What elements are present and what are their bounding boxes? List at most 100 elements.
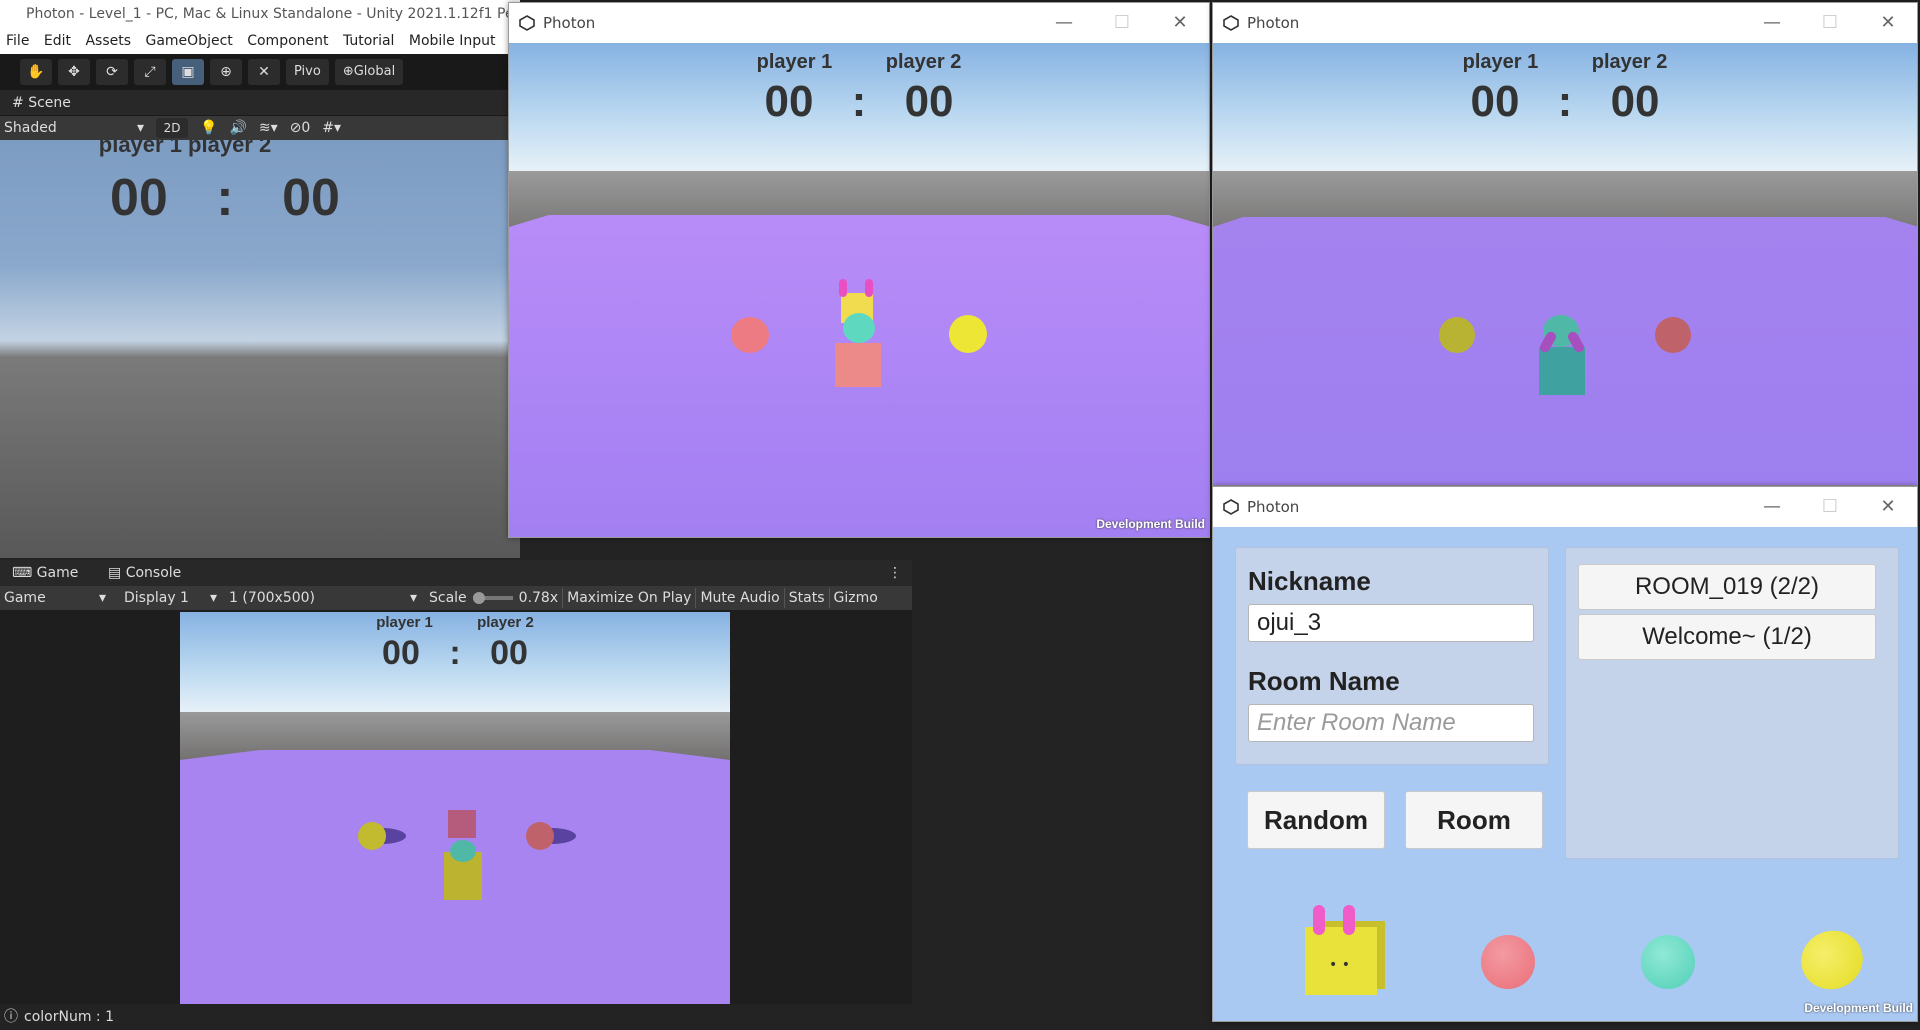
audio-icon[interactable]: 🔊 xyxy=(229,120,246,136)
more-options-icon[interactable]: ⋮ xyxy=(880,560,910,586)
divider xyxy=(783,588,785,608)
score1: 00 xyxy=(1470,77,1520,126)
bunny-character-preview[interactable]: • • xyxy=(1305,927,1377,995)
pink-ball-preview[interactable] xyxy=(1481,935,1535,989)
room-list-item[interactable]: Welcome~ (1/2) xyxy=(1578,614,1876,660)
view-select-dropdown[interactable]: Game ▾ xyxy=(0,590,112,606)
view-select-label: Game xyxy=(4,590,46,606)
score-sep: : xyxy=(851,77,867,126)
status-bar: ⓘ colorNum : 1 xyxy=(0,1004,1218,1030)
menu-file[interactable]: File xyxy=(6,33,29,49)
scale-slider[interactable] xyxy=(472,592,513,604)
scene-player-labels: player 1 player 2 xyxy=(98,140,272,157)
hidden-icon[interactable]: ⊘ xyxy=(290,120,302,136)
player2-label: player 2 xyxy=(1591,51,1668,73)
game-view[interactable]: player 1 player 2 00 : 00 Development Bu… xyxy=(509,43,1209,537)
room-name-input[interactable]: Enter Room Name xyxy=(1248,704,1534,742)
scene-score-sep: : xyxy=(216,169,234,227)
maximize-icon[interactable]: ☐ xyxy=(1801,3,1859,43)
menu-mobile-input[interactable]: Mobile Input xyxy=(409,33,496,49)
score1: 00 xyxy=(764,77,814,126)
menu-component[interactable]: Component xyxy=(247,33,328,49)
gizmos-toggle[interactable]: Gizmo xyxy=(834,590,878,606)
hand-tool-icon[interactable]: ✋ xyxy=(20,59,52,85)
chevron-down-icon: ▾ xyxy=(136,120,144,136)
scene-toolbar: Shaded ▾ 2D 💡 🔊 ≋▾ ⊘ 0 #▾ xyxy=(0,116,520,140)
minimize-icon[interactable]: — xyxy=(1035,3,1093,43)
display-dropdown[interactable]: Display 1 ▾ xyxy=(112,590,217,606)
game-hud-labels: player 1 player 2 xyxy=(180,614,730,631)
nickname-input[interactable]: ojui_3 xyxy=(1248,604,1534,642)
hidden-count: 0 xyxy=(301,120,311,136)
grid-toggle-icon[interactable]: #▾ xyxy=(322,120,341,136)
scale-slider-handle[interactable] xyxy=(472,592,485,604)
player1-label: player 1 xyxy=(376,614,433,631)
development-build-label: Development Build xyxy=(1804,1001,1913,1015)
menu-assets[interactable]: Assets xyxy=(85,33,131,49)
resolution-dropdown[interactable]: 1 (700x500) ▾ xyxy=(217,590,417,606)
score1: 00 xyxy=(382,634,420,672)
room-list-item[interactable]: ROOM_019 (2/2) xyxy=(1578,564,1876,610)
teal-ball-preview[interactable] xyxy=(1641,935,1695,989)
stats-toggle[interactable]: Stats xyxy=(789,590,825,606)
score2: 00 xyxy=(904,77,954,126)
random-button[interactable]: Random xyxy=(1247,791,1385,849)
game-view[interactable]: player 1 player 2 00 : 00 xyxy=(1213,43,1917,485)
console-icon: ▤ xyxy=(108,565,126,581)
light-icon[interactable]: 💡 xyxy=(200,120,217,136)
move-tool-icon[interactable]: ✥ xyxy=(58,59,90,85)
score2: 00 xyxy=(1610,77,1660,126)
bunny-ear xyxy=(1343,905,1355,935)
scale-tool-icon[interactable]: ⤢ xyxy=(134,59,166,85)
maximize-icon[interactable]: ☐ xyxy=(1093,3,1151,43)
mode-2d-button[interactable]: 2D xyxy=(156,118,188,138)
menu-gameobject[interactable]: GameObject xyxy=(145,33,232,49)
display-label: Display 1 xyxy=(124,590,189,606)
mute-audio-toggle[interactable]: Mute Audio xyxy=(700,590,779,606)
shading-mode-dropdown[interactable]: Shaded ▾ xyxy=(0,120,150,136)
window-title: Photon xyxy=(543,14,596,32)
effects-icon[interactable]: ≋▾ xyxy=(259,120,278,136)
divider xyxy=(562,588,564,608)
custom-tool-icon[interactable]: ✕ xyxy=(248,59,280,85)
close-icon[interactable]: ✕ xyxy=(1859,3,1917,43)
global-toggle[interactable]: ⊕Global xyxy=(334,59,404,85)
close-icon[interactable]: ✕ xyxy=(1151,3,1209,43)
mode-2d-label: 2D xyxy=(163,121,181,135)
game-view-canvas[interactable]: player 1 player 2 00 : 00 xyxy=(180,612,730,1004)
close-icon[interactable]: ✕ xyxy=(1859,487,1917,527)
menu-edit[interactable]: Edit xyxy=(44,33,71,49)
game-hud-score: 00 : 00 xyxy=(180,634,730,673)
global-label: Global xyxy=(353,64,396,79)
scene-score: 00 : 00 xyxy=(110,168,340,228)
teal-ball xyxy=(450,840,476,862)
minimize-icon[interactable]: — xyxy=(1743,3,1801,43)
pivot-toggle[interactable]: Pivo xyxy=(286,59,329,85)
transform-tool-icon[interactable]: ⊕ xyxy=(210,59,242,85)
tab-scene[interactable]: # Scene xyxy=(4,90,79,116)
scale-label: Scale xyxy=(429,590,467,606)
game-hud-labels: player 1 player 2 xyxy=(509,51,1209,74)
bunny-ear xyxy=(865,279,873,297)
nickname-label: Nickname xyxy=(1248,566,1371,596)
game-hud-labels: player 1 player 2 xyxy=(1213,51,1917,74)
divider xyxy=(828,588,830,608)
chevron-down-icon: ▾ xyxy=(209,590,217,606)
minimize-icon[interactable]: — xyxy=(1743,487,1801,527)
rotate-tool-icon[interactable]: ⟳ xyxy=(96,59,128,85)
yellow-ball-preview[interactable] xyxy=(1792,922,1872,998)
chevron-down-icon: ▾ xyxy=(98,590,106,606)
status-message: colorNum : 1 xyxy=(24,1009,114,1025)
menu-tutorial[interactable]: Tutorial xyxy=(343,33,394,49)
tab-console[interactable]: ▤ Console xyxy=(100,560,189,586)
rect-tool-icon[interactable]: ▣ xyxy=(172,59,204,85)
game-hud-score: 00 : 00 xyxy=(1213,77,1917,127)
scene-score-left: 00 xyxy=(110,169,168,227)
login-panel: Nickname ojui_3 Room Name Enter Room Nam… xyxy=(1235,547,1549,765)
player2-label: player 2 xyxy=(885,51,962,73)
scene-view[interactable]: player 1 player 2 00 : 00 xyxy=(0,140,520,558)
maximize-on-play-toggle[interactable]: Maximize On Play xyxy=(567,590,691,606)
tab-game[interactable]: ⌨ Game xyxy=(4,560,86,586)
maximize-icon[interactable]: ☐ xyxy=(1801,487,1859,527)
room-button[interactable]: Room xyxy=(1405,791,1543,849)
